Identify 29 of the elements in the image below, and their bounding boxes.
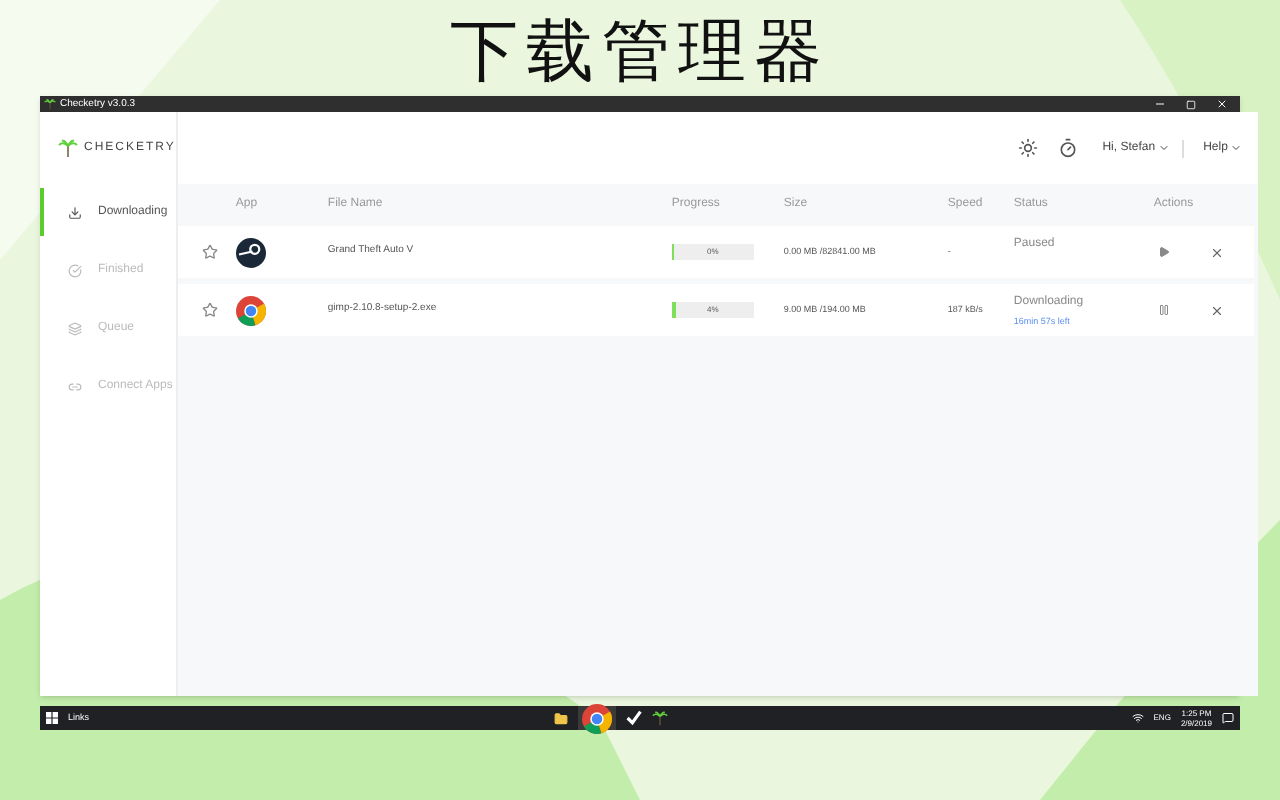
timer-icon[interactable]	[1058, 138, 1079, 158]
notification-icon[interactable]	[1222, 712, 1235, 724]
palm-logo-icon	[44, 98, 56, 110]
star-icon[interactable]	[201, 244, 218, 260]
caret-icon	[1229, 142, 1242, 154]
check-circle-icon	[68, 263, 82, 277]
browser-logo-icon	[581, 703, 612, 733]
close-icon[interactable]	[1209, 303, 1224, 317]
close-icon[interactable]	[1209, 245, 1224, 259]
app-logo-icon	[235, 237, 266, 267]
headline: 下载管理器	[450, 12, 830, 92]
palm-logo-icon	[58, 138, 78, 158]
folder-icon[interactable]	[553, 711, 568, 725]
star-icon[interactable]	[201, 302, 218, 318]
windows-icon[interactable]	[46, 712, 58, 724]
pause-icon[interactable]	[1157, 304, 1170, 316]
link-icon	[68, 379, 82, 393]
layers-icon	[68, 321, 82, 335]
check-logo-icon[interactable]	[625, 710, 642, 726]
network-icon[interactable]	[1131, 712, 1144, 724]
browser-logo-icon	[235, 295, 266, 325]
maximize-icon[interactable]	[1186, 99, 1196, 109]
taskbar-app[interactable]	[577, 706, 616, 730]
palm-logo-icon	[651, 710, 668, 726]
play-icon[interactable]	[1157, 246, 1170, 258]
download-icon	[68, 205, 82, 219]
caret-icon	[1157, 142, 1170, 154]
minimize-icon[interactable]	[1154, 98, 1166, 110]
sun-icon[interactable]	[1018, 138, 1039, 158]
